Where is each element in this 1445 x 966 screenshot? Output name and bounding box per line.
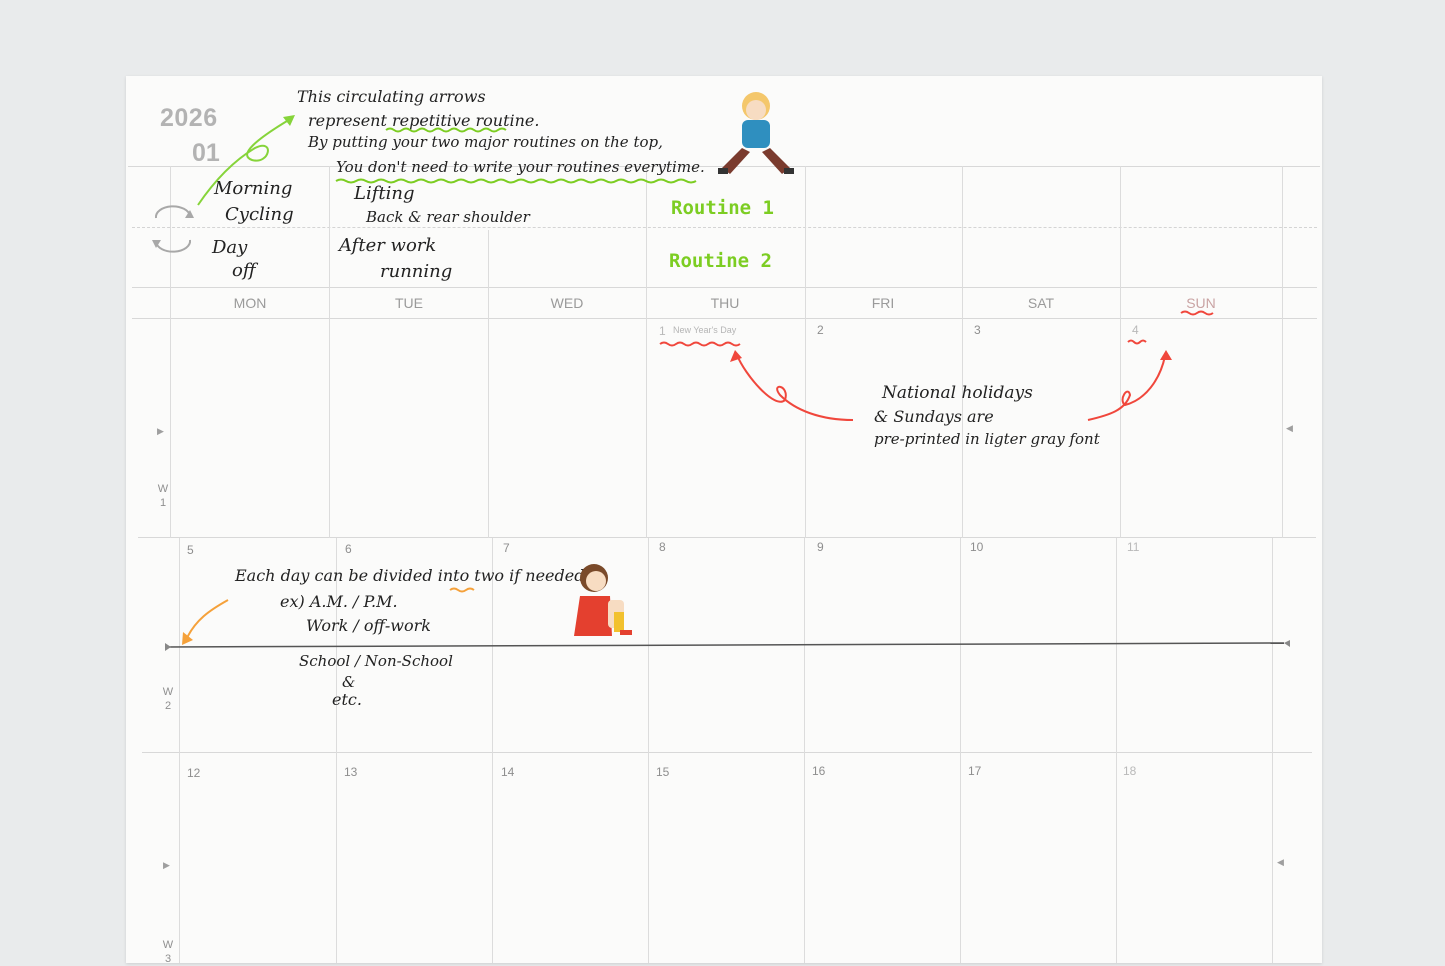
girl-sticker-icon [574,564,632,636]
boy-sticker-icon [718,92,794,174]
